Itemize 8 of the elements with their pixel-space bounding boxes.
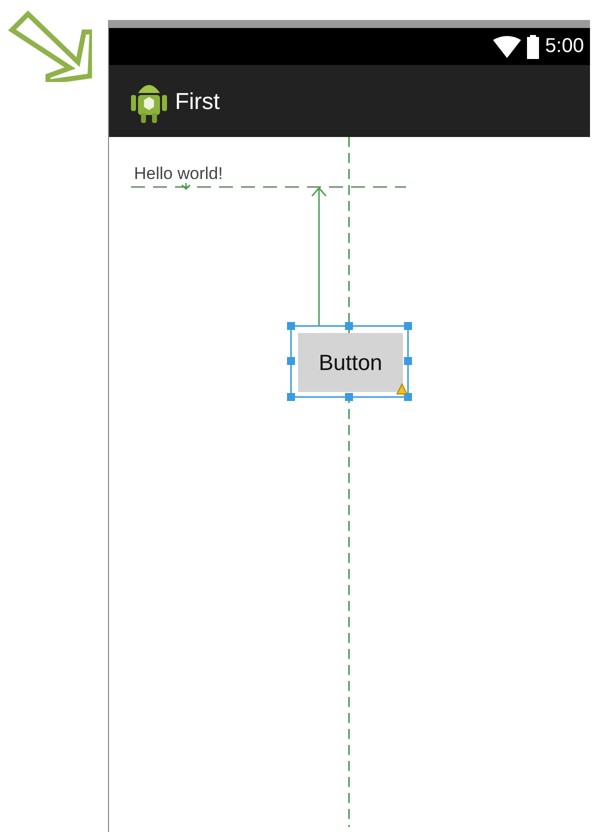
selection-frame[interactable] xyxy=(287,322,412,401)
layout-button[interactable]: Button xyxy=(298,333,403,392)
clock-time: 5:00 xyxy=(545,35,584,58)
battery-icon xyxy=(527,34,540,58)
app-title: First xyxy=(175,88,220,114)
wifi-icon xyxy=(493,36,522,58)
anchor-arrow xyxy=(181,183,191,190)
hello-text: Hello world! xyxy=(134,165,223,182)
